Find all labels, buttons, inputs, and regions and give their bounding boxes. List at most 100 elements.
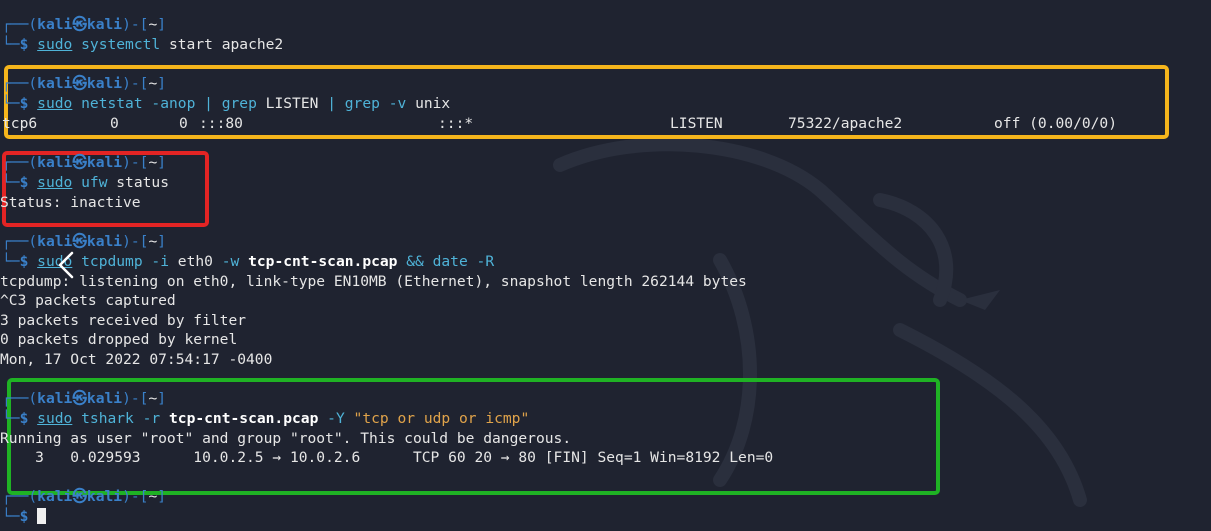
command-line: └─$ sudo systemctl start apache2 [2,35,283,55]
command-name: tcpdump [81,253,143,270]
tcpdump-output-line: 0 packets dropped by kernel [0,331,238,348]
command-name: systemctl [81,36,161,53]
netstat-sendq: 0 [179,115,188,132]
netstat-foreign-address: :::* [438,115,474,132]
prompt-corner: └─ [2,36,20,53]
prompt-corner: └─ [2,508,20,525]
tshark-packet-row: 3 0.029593 10.0.2.5 → 10.0.2.6 TCP 60 20… [0,449,774,466]
prompt-corner: ┌──( [2,75,38,92]
prompt-bracket: )-[ [122,233,149,250]
command-flag: -v [379,95,407,112]
prompt-dir: ~ [148,233,158,250]
command-args: start apache2 [160,36,284,53]
prompt-dir: ~ [148,75,158,92]
command-flag: -R [467,253,495,270]
command-name: tshark [81,410,134,427]
prompt-corner: ┌──( [2,154,38,171]
prompt-at-symbol: ㉿ [72,390,87,407]
ufw-status-output: Status: inactive [0,194,141,211]
prompt-dollar: $ [19,410,29,427]
prompt-bracket: )-[ [122,154,149,171]
prompt-bracket: )-[ [122,75,149,92]
command-name: grep [335,95,380,112]
prompt-line: ┌──(kali㉿kali)-[~] [2,15,166,35]
and-operator: && [397,253,424,270]
command-name: grep [212,95,257,112]
prompt-bracket: )-[ [122,16,149,33]
prompt-dollar: $ [19,174,29,191]
prompt-corner: └─ [2,174,20,191]
prompt-dollar: $ [19,36,29,53]
prompt-line: ┌──(kali㉿kali)-[~] [2,232,166,252]
display-filter-string: "tcp or udp or icmp" [353,410,530,427]
command-name: netstat [81,95,143,112]
prompt-at-symbol: ㉿ [72,16,87,33]
pcap-filename: tcp-cnt-scan.pcap [169,410,319,427]
prompt-host: kali [86,390,123,407]
netstat-timer: off (0.00/0/0) [994,115,1118,132]
prompt-dir: ~ [148,488,158,505]
prompt-corner: └─ [2,253,20,270]
command-args: eth0 [169,253,213,270]
prompt-corner: ┌──( [2,390,38,407]
prompt-host: kali [86,233,123,250]
sudo-command: sudo [37,95,73,112]
prompt-user: kali [37,390,73,407]
command-name: date [423,253,468,270]
sudo-command: sudo [37,174,73,191]
chevron-left-icon[interactable] [54,250,78,280]
sudo-command: sudo [37,36,73,53]
prompt-at-symbol: ㉿ [72,75,87,92]
sudo-command: sudo [37,410,73,427]
prompt-end: ] [157,390,167,407]
prompt-dir: ~ [148,154,158,171]
prompt-dir: ~ [148,390,158,407]
prompt-end: ] [157,16,167,33]
prompt-end: ] [157,233,167,250]
prompt-end: ] [157,488,167,505]
text-cursor[interactable] [37,508,47,524]
prompt-host: kali [86,154,123,171]
pcap-filename: tcp-cnt-scan.pcap [248,253,398,270]
prompt-dollar: $ [19,508,29,525]
prompt-corner: └─ [2,95,20,112]
tcpdump-output-line: ^C3 packets captured [0,292,176,309]
command-flag: -w [212,253,249,270]
command-line-active[interactable]: └─$ [2,507,47,527]
prompt-dollar: $ [19,253,29,270]
prompt-at-symbol: ㉿ [72,488,87,505]
prompt-end: ] [157,75,167,92]
pipe-operator: | [327,95,336,112]
prompt-dollar: $ [19,95,29,112]
command-line: └─$ sudo tshark -r tcp-cnt-scan.pcap -Y … [2,409,529,429]
terminal-window[interactable]: ┌──(kali㉿kali)-[~] └─$ sudo systemctl st… [0,0,1211,531]
pipe-operator: | [204,95,213,112]
prompt-user: kali [37,75,73,92]
prompt-host: kali [86,16,123,33]
prompt-bracket: )-[ [122,390,149,407]
command-args: unix [406,95,451,112]
date-output-line: Mon, 17 Oct 2022 07:54:17 -0400 [0,351,273,368]
command-name: ufw [81,174,108,191]
command-line: └─$ sudo netstat -anop | grep LISTEN | g… [2,94,450,114]
command-args: LISTEN [256,95,328,112]
command-line: └─$ sudo ufw status [2,173,169,193]
prompt-corner: ┌──( [2,16,38,33]
netstat-state: LISTEN [670,115,723,132]
prompt-at-symbol: ㉿ [72,154,87,171]
netstat-proto: tcp6 [2,115,38,132]
prompt-host: kali [86,488,123,505]
prompt-corner: ┌──( [2,233,38,250]
tcpdump-output-line: 3 packets received by filter [0,312,247,329]
netstat-recvq: 0 [110,115,119,132]
prompt-line: ┌──(kali㉿kali)-[~] [2,74,166,94]
prompt-dir: ~ [148,16,158,33]
prompt-end: ] [157,154,167,171]
tcpdump-output-line: tcpdump: listening on eth0, link-type EN… [0,273,747,290]
command-args: status [107,174,169,191]
command-flag: -r [133,410,169,427]
netstat-output-row: tcp6 0 0 :::80 :::* LISTEN 75322/apache2… [2,114,1162,134]
prompt-line: ┌──(kali㉿kali)-[~] [2,153,166,173]
prompt-host: kali [86,75,123,92]
prompt-user: kali [37,154,73,171]
